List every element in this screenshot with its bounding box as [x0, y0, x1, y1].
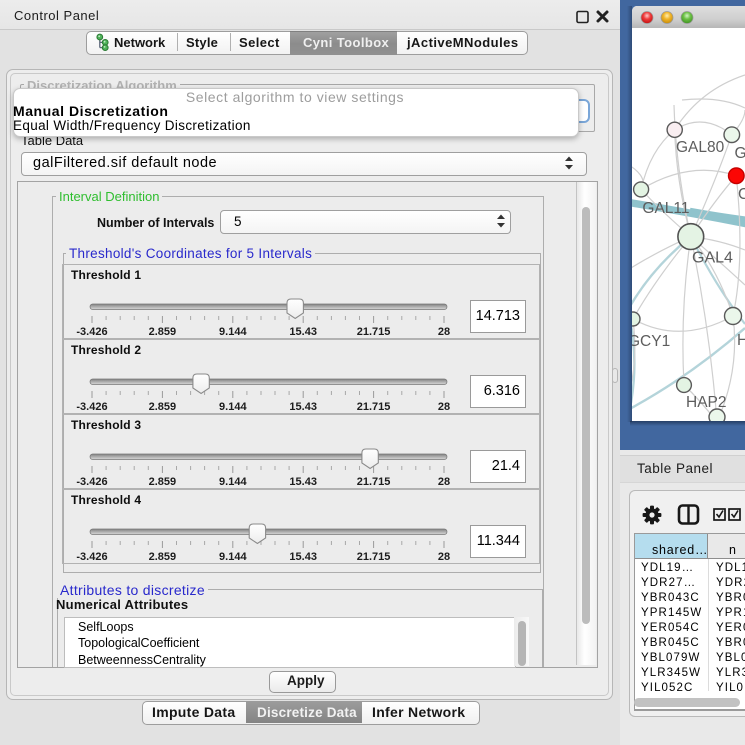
- svg-text:2.859: 2.859: [149, 401, 177, 412]
- svg-text:15.43: 15.43: [289, 326, 317, 337]
- svg-text:21.715: 21.715: [357, 401, 391, 412]
- svg-text:9.144: 9.144: [219, 401, 247, 412]
- svg-text:-3.426: -3.426: [76, 551, 107, 562]
- svg-text:GAL4: GAL4: [692, 250, 733, 267]
- svg-text:2.859: 2.859: [149, 476, 177, 487]
- svg-text:GAL11: GAL11: [642, 200, 689, 217]
- svg-text:21.715: 21.715: [357, 326, 391, 337]
- svg-text:15.43: 15.43: [289, 551, 317, 562]
- svg-text:-3.426: -3.426: [76, 326, 107, 337]
- svg-text:21.715: 21.715: [357, 476, 391, 487]
- svg-text:28: 28: [438, 401, 450, 412]
- svg-text:2.859: 2.859: [149, 551, 177, 562]
- svg-text:GA: GA: [735, 145, 745, 162]
- svg-text:15.43: 15.43: [289, 476, 317, 487]
- svg-text:GCY1: GCY1: [632, 333, 670, 350]
- svg-text:9.144: 9.144: [219, 476, 247, 487]
- svg-text:HAP2: HAP2: [686, 394, 727, 411]
- svg-text:-3.426: -3.426: [76, 476, 107, 487]
- svg-text:GAL80: GAL80: [676, 139, 725, 156]
- svg-text:C: C: [738, 186, 745, 203]
- svg-text:28: 28: [438, 326, 450, 337]
- svg-text:9.144: 9.144: [219, 326, 247, 337]
- svg-text:9.144: 9.144: [219, 551, 247, 562]
- svg-text:-3.426: -3.426: [76, 401, 107, 412]
- svg-text:15.43: 15.43: [289, 401, 317, 412]
- svg-text:28: 28: [438, 476, 450, 487]
- svg-text:2.859: 2.859: [149, 326, 177, 337]
- svg-text:21.715: 21.715: [357, 551, 391, 562]
- svg-text:HI: HI: [737, 332, 745, 349]
- svg-text:28: 28: [438, 551, 450, 562]
